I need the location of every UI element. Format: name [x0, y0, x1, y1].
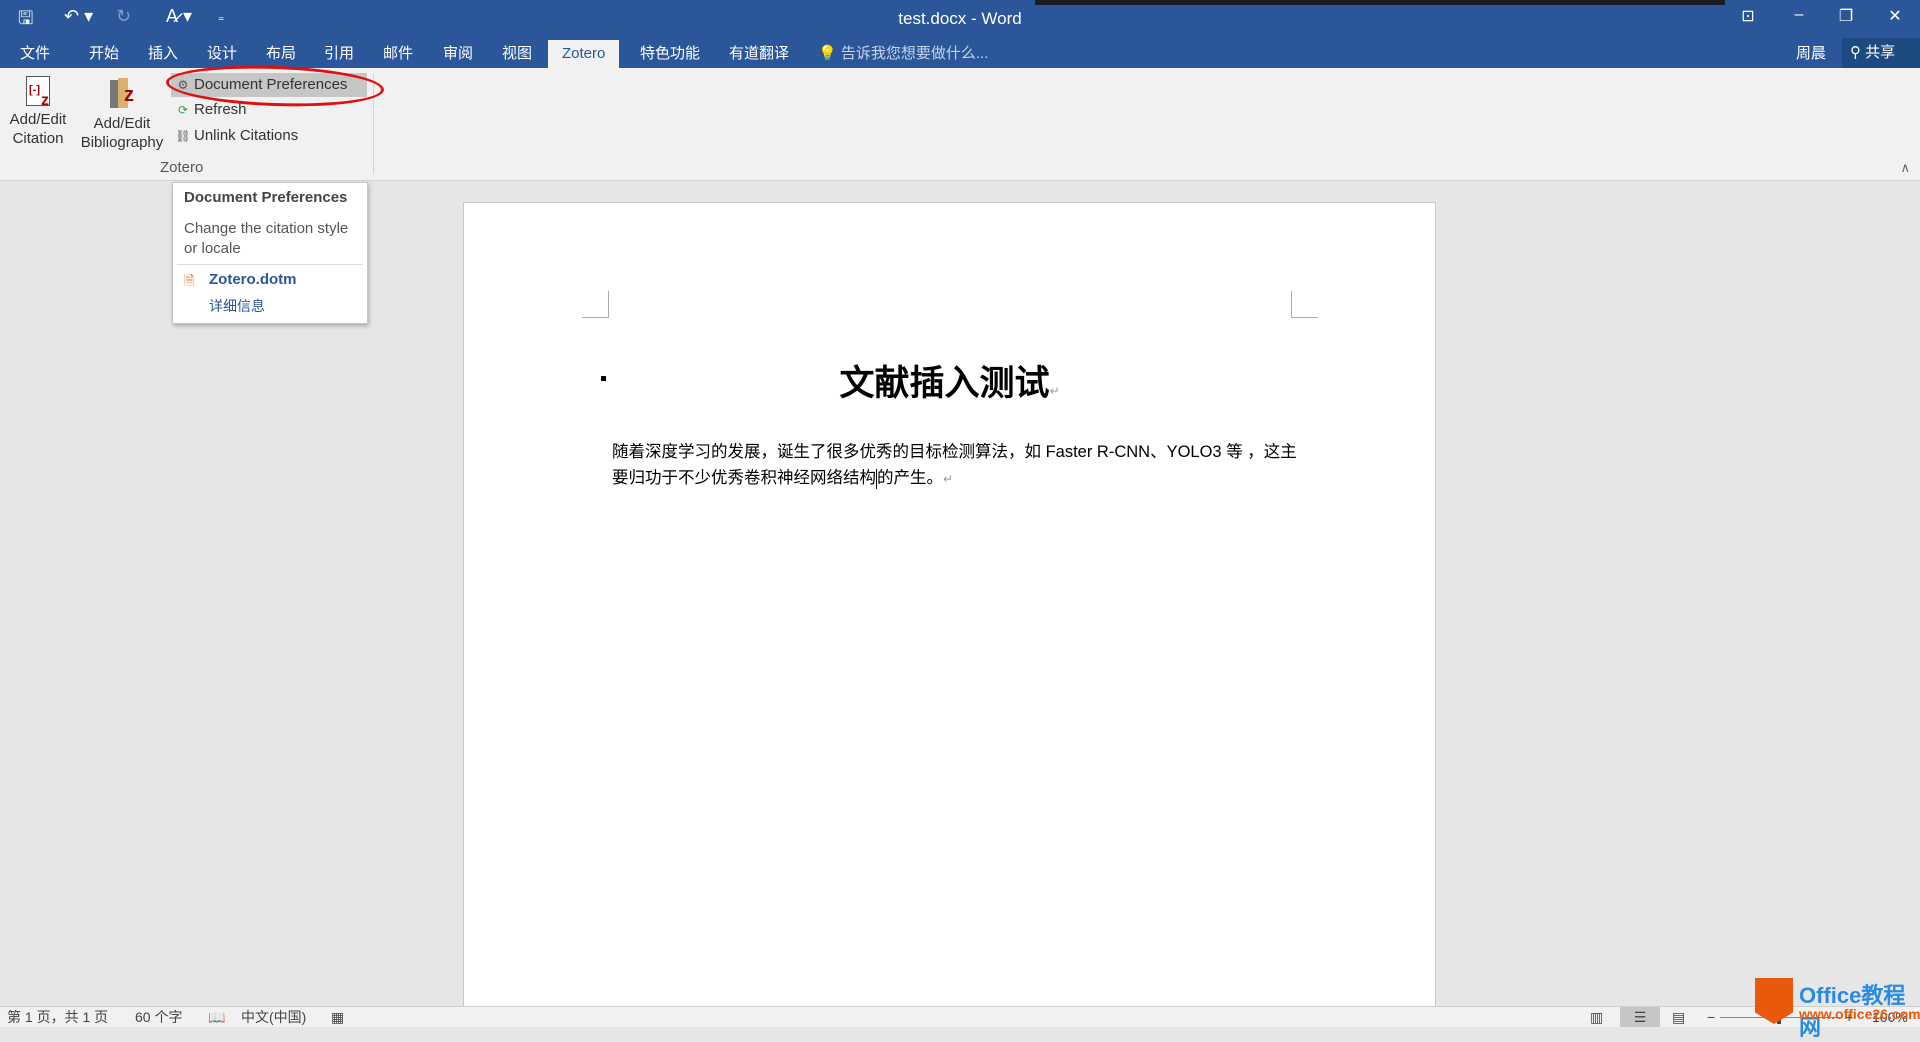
status-bar: 第 1 页，共 1 页 60 个字 📖 中文(中国) ▦ ▥ ☰ ▤ − + 1…	[0, 1006, 1920, 1027]
title-text: 文献插入测试	[839, 364, 1050, 403]
label-line2: Bibliography	[80, 134, 164, 151]
tab-design[interactable]: 设计	[207, 40, 237, 68]
bibliography-icon: z	[106, 76, 138, 110]
watermark-line2: www.office26.com	[1799, 1006, 1920, 1022]
title-bar: 🖫 ↶ ▾ ↻ A̷ ▾ ₌ test.docx - Word ⊡ – ❐ ✕ …	[0, 0, 1920, 68]
unlink-citations-label: Unlink Citations	[194, 127, 299, 144]
zoom-out-icon[interactable]: −	[1707, 1007, 1715, 1027]
ribbon-display-icon[interactable]: ⊡	[1733, 6, 1763, 26]
proofing-icon[interactable]: 📖	[208, 1007, 225, 1027]
close-icon[interactable]: ✕	[1880, 6, 1910, 26]
tooltip-divider	[177, 264, 363, 265]
paragraph-mark: ↵	[943, 472, 954, 486]
tooltip-file-name: Zotero.dotm	[209, 271, 297, 288]
tab-references[interactable]: 引用	[324, 40, 354, 68]
body-text-before-caret: 随着深度学习的发展，诞生了很多优秀的目标检测算法，如 Faster R-CNN、…	[612, 443, 1297, 487]
share-label: 共享	[1865, 44, 1896, 61]
tab-features[interactable]: 特色功能	[640, 40, 700, 68]
tell-me-text: 告诉我您想要做什么...	[840, 45, 989, 62]
margin-corner-mark	[582, 291, 609, 318]
label-line1: Add/Edit	[9, 111, 67, 128]
tooltip-more-info-link[interactable]: 详细信息	[209, 296, 265, 316]
user-name[interactable]: 周晨	[1796, 40, 1826, 68]
document-page[interactable]: 文献插入测试↵ 随着深度学习的发展，诞生了很多优秀的目标检测算法，如 Faste…	[463, 202, 1436, 1007]
tab-youdao[interactable]: 有道翻译	[729, 40, 789, 68]
group-label-zotero: Zotero	[160, 159, 204, 176]
label-line1: Add/Edit	[93, 115, 151, 132]
document-preferences-tooltip: Document Preferences Change the citation…	[172, 182, 368, 324]
tell-me-box[interactable]: 💡 告诉我您想要做什么...	[818, 40, 988, 68]
window-title: test.docx - Word	[898, 9, 1022, 28]
label-line2: Citation	[12, 130, 64, 147]
page-count[interactable]: 第 1 页，共 1 页	[7, 1007, 108, 1027]
tooltip-description: Change the citation style or locale	[184, 220, 349, 257]
read-mode-icon[interactable]: ▥	[1590, 1007, 1603, 1027]
document-paragraph[interactable]: 随着深度学习的发展，诞生了很多优秀的目标检测算法，如 Faster R-CNN、…	[612, 439, 1302, 492]
watermark-logo: Office教程网 www.office26.com	[1755, 978, 1920, 1040]
add-edit-citation-button[interactable]: [-] z Add/Edit Citation	[4, 76, 72, 148]
tab-zotero[interactable]: Zotero	[548, 40, 620, 68]
unlink-icon: ⛓	[175, 129, 191, 143]
restore-icon[interactable]: ❐	[1831, 6, 1861, 26]
margin-corner-mark	[1291, 291, 1318, 318]
tab-home[interactable]: 开始	[89, 40, 119, 68]
collapse-ribbon-icon[interactable]: ∧	[1900, 160, 1910, 176]
macro-file-icon: 🗎	[184, 273, 195, 288]
person-icon: ⚲	[1850, 44, 1861, 61]
tab-mailings[interactable]: 邮件	[383, 40, 413, 68]
title-bar-decoration	[1035, 0, 1725, 5]
tab-file[interactable]: 文件	[20, 40, 50, 68]
minimize-icon[interactable]: –	[1784, 6, 1814, 24]
tab-layout[interactable]: 布局	[266, 40, 296, 68]
unlink-citations-button[interactable]: ⛓ Unlink Citations	[171, 124, 298, 148]
citation-icon: [-] z	[26, 76, 50, 109]
word-count[interactable]: 60 个字	[135, 1007, 182, 1027]
tooltip-title: Document Preferences	[184, 189, 348, 206]
tab-view[interactable]: 视图	[502, 40, 532, 68]
lightbulb-icon: 💡	[818, 45, 837, 62]
tab-review[interactable]: 审阅	[443, 40, 473, 68]
office-logo-icon	[1755, 978, 1793, 1024]
refresh-icon: ⟳	[177, 103, 189, 117]
paragraph-mark: ↵	[1049, 384, 1060, 398]
language[interactable]: 中文(中国)	[241, 1007, 306, 1027]
document-title[interactable]: 文献插入测试↵	[464, 355, 1435, 406]
macro-record-icon[interactable]: ▦	[331, 1007, 344, 1027]
share-button[interactable]: ⚲ 共享	[1842, 38, 1920, 68]
add-edit-bibliography-button[interactable]: z Add/Edit Bibliography	[76, 76, 168, 152]
print-layout-icon[interactable]: ☰	[1620, 1007, 1660, 1027]
tab-insert[interactable]: 插入	[148, 40, 178, 68]
web-layout-icon[interactable]: ▤	[1672, 1007, 1685, 1027]
body-text-after-caret: 的产生。	[877, 469, 943, 487]
